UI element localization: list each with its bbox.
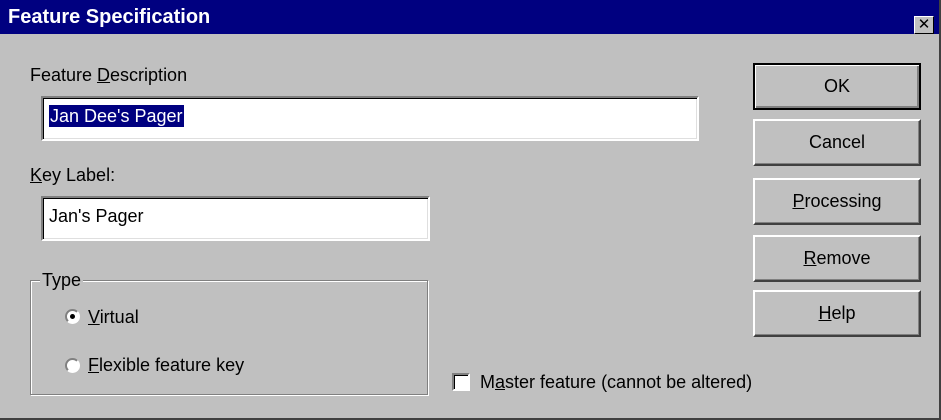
- key-label-field[interactable]: Jan's Pager: [41, 196, 430, 241]
- help-button[interactable]: Help: [753, 290, 921, 337]
- remove-mnemonic: R: [803, 248, 817, 268]
- feature-description-label-mnemonic: D: [97, 65, 111, 85]
- type-virtual-label[interactable]: Virtual: [88, 306, 139, 328]
- processing-button[interactable]: Processing: [753, 178, 921, 225]
- feature-description-label-prefix: Feature: [30, 65, 98, 85]
- help-mnemonic: H: [818, 303, 832, 323]
- type-virtual-mnemonic: V: [88, 307, 100, 327]
- title-bar[interactable]: Feature Specification ✕: [0, 0, 939, 34]
- master-feature-mnemonic: a: [495, 372, 506, 392]
- feature-description-label-suffix: escription: [110, 65, 188, 85]
- feature-description-value: Jan Dee's Pager: [49, 105, 184, 127]
- remove-label: emove: [816, 248, 871, 268]
- close-button[interactable]: ✕: [914, 15, 934, 34]
- master-feature-label-text: ster feature (cannot be altered): [505, 372, 753, 392]
- type-flexible-mnemonic: F: [88, 355, 99, 375]
- remove-button[interactable]: Remove: [753, 235, 921, 282]
- key-label-mnemonic: K: [30, 165, 43, 185]
- processing-label: rocessing: [804, 191, 882, 211]
- ok-button[interactable]: OK: [753, 63, 921, 110]
- key-label-value: Jan's Pager: [49, 206, 144, 226]
- type-group-legend: Type: [40, 269, 84, 291]
- type-flexible-label[interactable]: Flexible feature key: [88, 354, 244, 376]
- radio-selected-dot-icon: [70, 314, 75, 319]
- processing-mnemonic: P: [792, 191, 805, 211]
- type-virtual-radio[interactable]: [65, 309, 80, 324]
- help-label: elp: [831, 303, 856, 323]
- master-feature-label-prefix: M: [480, 372, 495, 392]
- type-flexible-label-text: lexible feature key: [99, 355, 245, 375]
- key-label-label-suffix: ey Label:: [42, 165, 116, 185]
- close-icon: ✕: [917, 15, 931, 33]
- type-groupbox: [30, 280, 428, 395]
- feature-description-label: Feature Description: [30, 64, 187, 86]
- type-flexible-radio[interactable]: [65, 358, 80, 373]
- key-label-label: Key Label:: [30, 164, 115, 186]
- cancel-button[interactable]: Cancel: [753, 119, 921, 166]
- dialog-title: Feature Specification: [8, 6, 211, 28]
- type-virtual-label-text: irtual: [99, 307, 139, 327]
- master-feature-label[interactable]: Master feature (cannot be altered): [480, 371, 752, 393]
- feature-specification-dialog: Feature Specification ✕ Feature Descript…: [0, 0, 941, 420]
- feature-description-field[interactable]: Jan Dee's Pager: [41, 96, 699, 141]
- master-feature-checkbox[interactable]: [452, 373, 470, 391]
